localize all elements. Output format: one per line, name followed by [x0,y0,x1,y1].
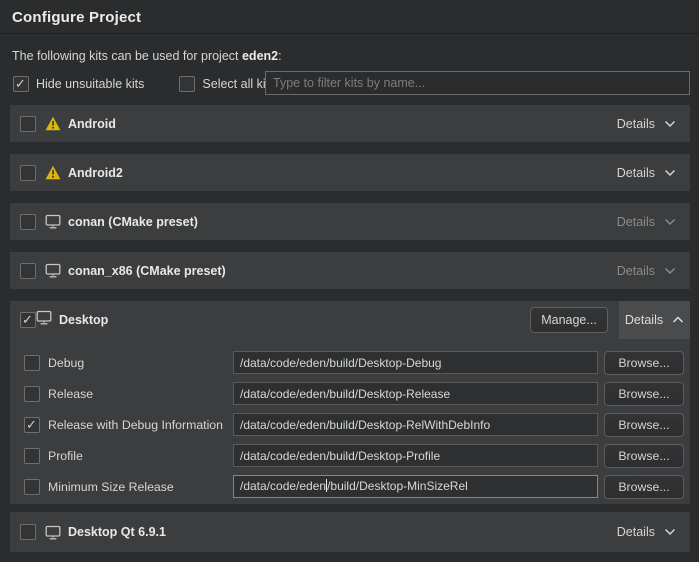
select-all-checkbox[interactable] [179,76,195,92]
browse-button-label: Browse... [618,356,669,370]
build-dir-input-minsizerel[interactable]: /data/code/eden/build/Desktop-MinSizeRel [233,475,598,498]
browse-button-label: Browse... [618,387,669,401]
build-dir-input-release[interactable] [233,382,598,405]
chevron-down-icon [664,218,676,226]
project-name: eden2 [242,49,278,63]
warning-icon [45,165,61,180]
kit-name: Desktop [59,313,108,327]
config-checkbox-release[interactable] [24,386,40,402]
title-separator [0,33,699,34]
kit-row-desktop-qt[interactable]: Desktop Qt 6.9.1 Details [10,512,690,552]
browse-button-debug[interactable]: Browse... [604,351,684,375]
details-label: Details [617,264,655,278]
config-row-release: Release Browse... [10,382,690,406]
build-dir-input-debug[interactable] [233,351,598,374]
kit-row-android2[interactable]: Android2 Details [10,154,690,191]
hide-unsuitable-checkbox[interactable] [13,76,29,92]
hide-unsuitable-label: Hide unsuitable kits [36,77,144,91]
config-row-relwithdebinfo: Release with Debug Information Browse... [10,413,690,437]
kit-row-android[interactable]: Android Details [10,105,690,142]
details-button-android[interactable]: Details [607,105,690,142]
configure-project-panel: Configure Project The following kits can… [0,0,699,562]
config-label: Minimum Size Release [48,475,174,499]
kit-checkbox-android2[interactable] [20,165,36,181]
build-dir-input-profile[interactable] [233,444,598,467]
details-label: Details [617,215,655,229]
desktop-icon [36,310,52,330]
kit-name: Android2 [68,166,123,180]
warning-icon [45,116,61,131]
kit-row-conan[interactable]: conan (CMake preset) Details [10,203,690,240]
kit-name: conan (CMake preset) [68,215,198,229]
details-button-conan[interactable]: Details [607,203,690,240]
config-label: Release with Debug Information [48,413,223,437]
desktop-icon [45,214,61,229]
details-button-desktop[interactable]: Details [619,301,690,339]
details-label: Details [625,313,663,327]
browse-button-profile[interactable]: Browse... [604,444,684,468]
browse-button-release[interactable]: Browse... [604,382,684,406]
config-row-minsizerel: Minimum Size Release /data/code/eden/bui… [10,475,690,499]
config-label: Profile [48,444,83,468]
browse-button-label: Browse... [618,418,669,432]
details-label: Details [617,525,655,539]
chevron-down-icon [664,120,676,128]
path-text-after-cursor: /build/Desktop-MinSizeRel [327,479,468,493]
kits-intro-text: The following kits can be used for proje… [12,49,282,63]
manage-button[interactable]: Manage... [530,307,608,333]
intro-prefix: The following kits can be used for proje… [12,49,242,63]
config-checkbox-profile[interactable] [24,448,40,464]
browse-button-minsizerel[interactable]: Browse... [604,475,684,499]
chevron-down-icon [664,267,676,275]
kit-row-conan-x86[interactable]: conan_x86 (CMake preset) Details [10,252,690,289]
config-row-profile: Profile Browse... [10,444,690,468]
page-title: Configure Project [12,9,141,26]
path-text-before-cursor: /data/code/eden [240,479,326,493]
config-row-debug: Debug Browse... [10,351,690,375]
details-button-desktop-qt[interactable]: Details [607,512,690,552]
details-button-android2[interactable]: Details [607,154,690,191]
desktop-icon [45,525,61,540]
kit-checkbox-desktop-qt[interactable] [20,524,36,540]
kit-checkbox-desktop[interactable] [20,312,36,328]
chevron-down-icon [664,169,676,177]
details-button-conan-x86[interactable]: Details [607,252,690,289]
config-checkbox-relwithdebinfo[interactable] [24,417,40,433]
filter-bar: Hide unsuitable kits Select all kits [13,75,275,93]
kit-row-desktop-expanded: Desktop Manage... Details Debug Browse..… [10,301,690,504]
kit-checkbox-conan-x86[interactable] [20,263,36,279]
chevron-down-icon [664,528,676,536]
chevron-up-icon [672,316,684,324]
manage-button-label: Manage... [541,313,597,327]
config-label: Release [48,382,93,406]
config-checkbox-debug[interactable] [24,355,40,371]
kit-filter-input[interactable] [265,71,690,95]
desktop-icon [45,263,61,278]
config-label: Debug [48,351,84,375]
browse-button-label: Browse... [618,480,669,494]
kit-name: Desktop Qt 6.9.1 [68,525,166,539]
build-dir-input-relwithdebinfo[interactable] [233,413,598,436]
kit-name: conan_x86 (CMake preset) [68,264,226,278]
details-label: Details [617,117,655,131]
browse-button-label: Browse... [618,449,669,463]
intro-suffix: : [278,49,281,63]
details-label: Details [617,166,655,180]
kit-checkbox-conan[interactable] [20,214,36,230]
browse-button-relwithdebinfo[interactable]: Browse... [604,413,684,437]
kit-name: Android [68,117,116,131]
config-checkbox-minsizerel[interactable] [24,479,40,495]
kit-checkbox-android[interactable] [20,116,36,132]
